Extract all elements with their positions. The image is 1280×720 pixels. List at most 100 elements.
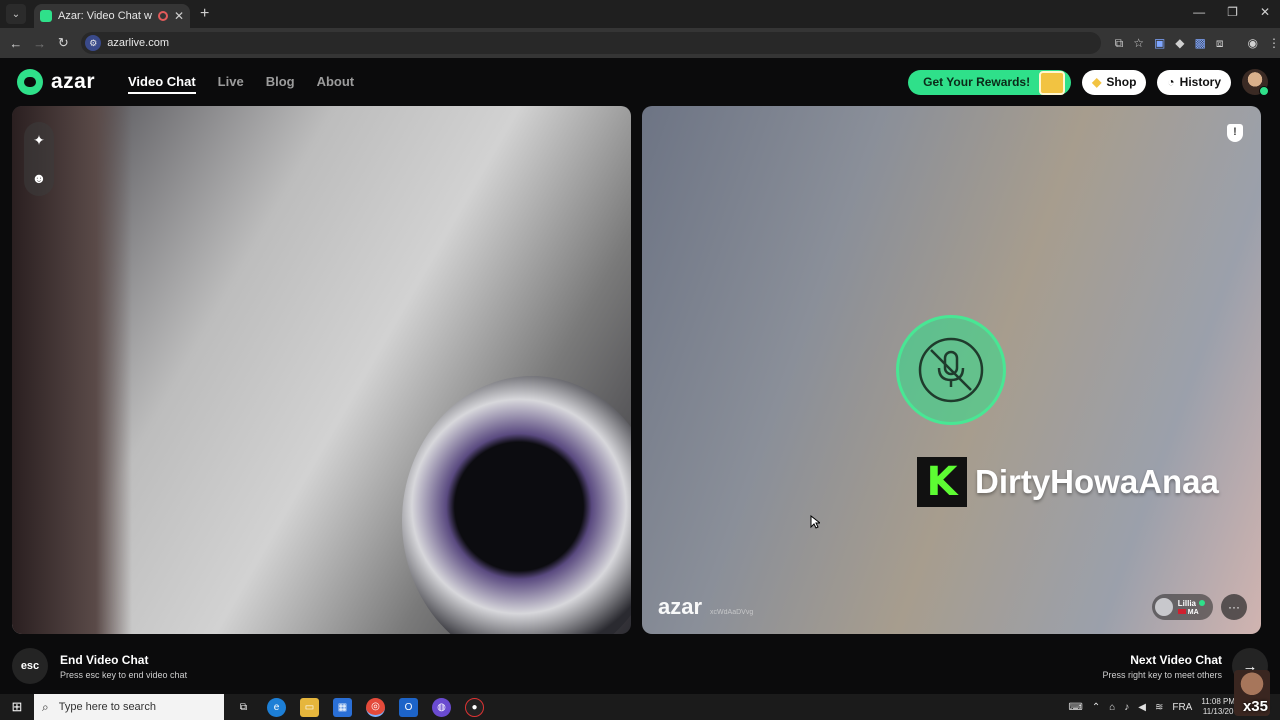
kick-logo-icon: K [917, 457, 967, 507]
chrome-icon[interactable]: ◎ [366, 697, 385, 717]
tab-search-chevron-icon[interactable]: ⌄ [6, 4, 26, 24]
remote-video-panel: ! K DirtyHowaAnaa azar xcWdAaDVvg Lillia [642, 106, 1261, 634]
obs-icon[interactable]: ● [465, 697, 484, 717]
azar-logo-icon [17, 69, 43, 95]
end-chat-hint: End Video Chat Press esc key to end vide… [60, 653, 187, 680]
microphone-icon[interactable]: ♪ [1124, 702, 1129, 713]
edge-icon[interactable]: e [267, 697, 286, 717]
nav-video-chat[interactable]: Video Chat [128, 74, 196, 94]
tray-chevron-icon[interactable]: ⌃ [1092, 702, 1100, 713]
url-bar[interactable]: ⚙ azarlive.com [81, 32, 1101, 54]
watermark-logo: azar [658, 594, 703, 619]
translate-icon[interactable]: ▣ [1154, 36, 1165, 51]
stream-overlay-tag: x35 [1242, 698, 1268, 715]
extension-icons: ⧉ ☆ ▣ ◆ ▩ ⧈ ◉ ⋮ [1115, 36, 1280, 51]
speaker-icon[interactable]: ◀ [1138, 702, 1146, 713]
keyboard-icon[interactable]: ⌨ [1068, 702, 1082, 713]
sticker-icon[interactable]: ☻ [32, 170, 47, 186]
windows-taskbar: ⊞ ⌕ Type here to search ⧉ e ▭ ▦ ◎ O ◍ ● … [0, 694, 1280, 720]
verified-icon [1199, 599, 1205, 606]
site-info-icon[interactable]: ⚙ [85, 35, 102, 51]
outlook-icon[interactable]: O [399, 697, 418, 717]
store-icon[interactable]: ▦ [333, 697, 352, 717]
user-avatar[interactable] [1242, 69, 1269, 96]
taskbar-clock[interactable]: 11:08 PM 11/13/20 [1201, 697, 1235, 717]
messenger-icon[interactable]: ◍ [432, 697, 451, 717]
rewards-button[interactable]: Get Your Rewards! [908, 69, 1072, 95]
address-bar-row: ← → ↻ ⚙ azarlive.com ⧉ ☆ ▣ ◆ ▩ ⧈ ◉ ⋮ [0, 28, 1280, 58]
partner-profile-chip[interactable]: Lillia MA [1151, 594, 1213, 620]
logo-text: azar [51, 70, 96, 93]
gem-icon: ◆ [1092, 75, 1102, 89]
browser-tab-bar: ⌄ Azar: Video Chat with New ✕ + — ❐ ✕ [0, 0, 1280, 28]
browser-menu-icon[interactable]: ⋮ [1268, 36, 1280, 51]
kick-letter: K [926, 459, 958, 505]
recording-icon [157, 11, 168, 21]
reload-icon[interactable]: ↻ [52, 35, 76, 51]
shop-button[interactable]: ◆ Shop [1082, 69, 1147, 95]
forward-arrow-icon[interactable]: → [28, 36, 52, 51]
clock-time: 11:08 PM [1201, 697, 1235, 706]
speaker-shape [402, 376, 631, 634]
end-chat-description: Press esc key to end video chat [60, 669, 188, 680]
network-icon[interactable]: ⌂ [1109, 702, 1115, 713]
end-chat-control: esc End Video Chat Press esc key to end … [12, 648, 187, 684]
microphone-muted-indicator [896, 315, 1006, 425]
history-label: History [1179, 75, 1221, 89]
nav-blog[interactable]: Blog [266, 74, 295, 94]
partner-name: Lillia [1177, 598, 1196, 608]
wifi-icon[interactable]: ≋ [1155, 702, 1163, 713]
end-chat-title: End Video Chat [60, 652, 149, 667]
mouse-cursor-icon [810, 515, 820, 529]
mic-off-icon [918, 337, 984, 403]
rewards-label: Get Your Rewards! [923, 75, 1031, 89]
language-indicator[interactable]: FRA [1172, 702, 1192, 713]
clock-icon: ◔ [1167, 75, 1175, 89]
partner-avatar [1154, 598, 1173, 616]
partner-country: MA [1187, 608, 1199, 616]
browser-tab[interactable]: Azar: Video Chat with New ✕ [34, 4, 190, 28]
tab-title: Azar: Video Chat with New [58, 10, 152, 22]
windows-start-icon[interactable]: ⊞ [0, 699, 34, 715]
bookmark-star-icon[interactable]: ☆ [1133, 36, 1144, 51]
new-tab-button[interactable]: + [200, 5, 209, 23]
next-chat-title: Next Video Chat [1130, 652, 1222, 667]
nav-live[interactable]: Live [218, 74, 244, 94]
chat-bubble-icon[interactable]: ··· [1221, 594, 1247, 620]
stream-overlay: K DirtyHowaAnaa [917, 457, 1219, 507]
extension-diamond-icon[interactable]: ◆ [1175, 36, 1184, 51]
streamer-name: DirtyHowaAnaa [975, 463, 1219, 500]
maximize-button[interactable]: ❐ [1227, 5, 1238, 19]
search-icon: ⌕ [42, 699, 49, 714]
azar-watermark: azar xcWdAaDVvg [658, 594, 753, 620]
taskbar-search[interactable]: ⌕ Type here to search [34, 694, 224, 720]
install-app-icon[interactable]: ⧉ [1115, 36, 1124, 51]
taskbar-apps: ⧉ e ▭ ▦ ◎ O ◍ ● [234, 697, 484, 717]
main-nav: Video Chat Live Blog About [128, 74, 354, 94]
close-tab-icon[interactable]: ✕ [174, 9, 184, 23]
sparkle-icon[interactable]: ✦ [33, 132, 45, 149]
local-video-panel: ✦ ☻ [12, 106, 631, 634]
esc-key-button[interactable]: esc [12, 648, 48, 684]
nav-about[interactable]: About [317, 74, 355, 94]
search-placeholder: Type here to search [58, 701, 156, 713]
azar-favicon-icon [40, 10, 52, 22]
shop-label: Shop [1106, 75, 1137, 89]
minimize-button[interactable]: — [1193, 5, 1205, 19]
history-button[interactable]: ◔ History [1157, 69, 1231, 95]
next-chat-description: Press right key to meet others [1102, 669, 1222, 680]
next-chat-hint: Next Video Chat Press right key to meet … [1102, 653, 1222, 680]
window-controls: — ❐ ✕ [1193, 5, 1270, 19]
url-text: azarlive.com [107, 37, 169, 49]
morocco-flag-icon [1177, 608, 1186, 614]
task-view-icon[interactable]: ⧉ [234, 698, 253, 717]
close-window-button[interactable]: ✕ [1260, 5, 1270, 19]
extensions-puzzle-icon[interactable]: ⧈ [1216, 36, 1224, 51]
report-shield-icon[interactable]: ! [1227, 124, 1243, 142]
profile-icon[interactable]: ◉ [1248, 36, 1258, 51]
back-arrow-icon[interactable]: ← [4, 36, 28, 51]
azar-logo[interactable]: azar [17, 69, 95, 95]
extension-image-icon[interactable]: ▩ [1195, 36, 1206, 51]
azar-page: azar Video Chat Live Blog About Get Your… [0, 58, 1280, 694]
file-explorer-icon[interactable]: ▭ [300, 697, 319, 717]
